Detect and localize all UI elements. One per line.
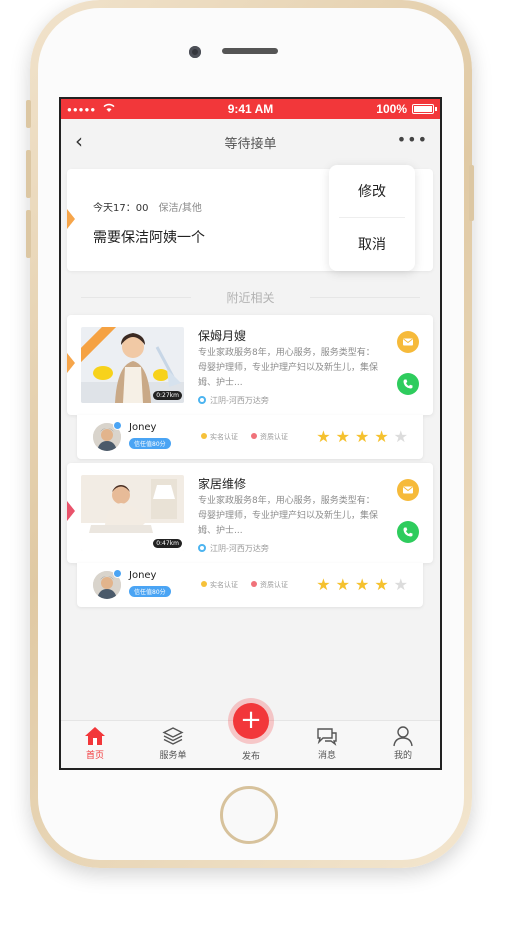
tab-home[interactable]: 首页 [65, 725, 125, 761]
verified-badge-icon [113, 569, 122, 578]
verified-badge-icon [113, 421, 122, 430]
tab-bar: 首页 服务单 + 发布 消息 我的 [61, 703, 440, 768]
star-icon: ★ [335, 427, 355, 446]
star-empty-icon: ★ [393, 427, 413, 446]
message-button[interactable] [397, 331, 419, 353]
request-title: 需要保洁阿姨一个 [93, 230, 205, 246]
distance-badge: 0:47km [153, 539, 182, 548]
tab-home-label: 首页 [85, 751, 104, 761]
mute-switch [26, 100, 31, 128]
tab-orders-label: 服务单 [159, 751, 187, 761]
call-button[interactable] [397, 521, 419, 543]
home-button[interactable] [220, 786, 278, 844]
service-photo: 0:27km [81, 327, 184, 403]
rating-stars: ★★★★★ [316, 575, 413, 594]
star-icon: ★ [316, 575, 336, 594]
publish-button[interactable]: + [233, 703, 269, 739]
message-button[interactable] [397, 479, 419, 501]
cancel-menu-item[interactable]: 取消 [329, 234, 415, 254]
service-location: 江阴-河西万达旁 [198, 395, 269, 406]
card-accent-arrow [67, 209, 75, 229]
agent-card[interactable]: Joney 信任值80分 实名认证 资质认证 ★★★★★ [77, 563, 423, 607]
phone-icon [403, 527, 413, 537]
real-name-cert: 实名认证 [201, 580, 238, 590]
trust-score-badge: 信任值80分 [129, 586, 171, 597]
service-description: 专业家政服务8年，用心服务，服务类型有：母婴护理师，专业护理产妇以及新生儿，集保… [198, 348, 379, 388]
mail-icon [403, 338, 413, 346]
tab-mine[interactable]: 我的 [373, 725, 433, 761]
front-camera [189, 46, 201, 58]
service-card[interactable]: 0:47km 家居维修 专业家政服务8年，用心服务，服务类型有：母婴护理师，专业… [67, 463, 433, 563]
star-icon: ★ [374, 575, 394, 594]
navigation-bar: ‹ 等待接单 ••• [61, 119, 440, 163]
request-meta: 今天17：00 保洁/其他 [93, 199, 202, 214]
tab-messages-label: 消息 [317, 751, 336, 761]
app-screen: ●●●●● 9:41 AM 100% ‹ 等待接单 ••• 今天17：00 保洁/… [59, 97, 442, 770]
cert-icon [201, 581, 207, 587]
action-popup-menu: 修改 取消 [329, 165, 415, 271]
cert-qual-label: 资质认证 [260, 581, 288, 589]
agent-name: Joney [129, 422, 157, 433]
distance-badge: 0:27km [153, 391, 182, 400]
cert-real-label: 实名认证 [210, 581, 238, 589]
trust-score-badge: 信任值80分 [129, 438, 171, 449]
location-icon [198, 544, 206, 552]
service-location: 江阴-河西万达旁 [198, 543, 269, 554]
request-category: 保洁/其他 [158, 203, 202, 214]
tab-orders[interactable]: 服务单 [143, 725, 203, 761]
battery-percentage: 100% [376, 102, 407, 116]
rating-stars: ★★★★★ [316, 427, 413, 446]
card-accent-arrow [67, 353, 75, 373]
layers-icon [162, 727, 184, 745]
service-card[interactable]: 0:27km 保姆月嫂 专业家政服务8年，用心服务，服务类型有：母婴护理师，专业… [67, 315, 433, 415]
mail-icon [403, 486, 413, 494]
star-icon: ★ [354, 575, 375, 594]
more-icon[interactable]: ••• [397, 130, 428, 149]
tab-messages[interactable]: 消息 [297, 725, 357, 761]
star-empty-icon: ★ [393, 575, 413, 594]
earpiece-speaker [222, 48, 278, 54]
agent-card[interactable]: Joney 信任值80分 实名认证 资质认证 ★★★★★ [77, 415, 423, 459]
cert-qual-label: 资质认证 [260, 433, 288, 441]
location-text: 江阴-河西万达旁 [210, 544, 269, 553]
home-icon [85, 727, 105, 745]
service-photo: 0:47km [81, 475, 184, 551]
location-icon [198, 396, 206, 404]
tab-publish-label: 发布 [241, 752, 260, 762]
battery-icon [412, 104, 437, 114]
service-title: 保姆月嫂 [198, 329, 247, 343]
page-title: 等待接单 [224, 137, 277, 152]
cert-icon [251, 581, 257, 587]
star-icon: ★ [335, 575, 355, 594]
chat-icon [317, 728, 337, 746]
menu-divider [339, 217, 405, 218]
star-icon: ★ [316, 427, 336, 446]
call-button[interactable] [397, 373, 419, 395]
edit-menu-item[interactable]: 修改 [329, 181, 415, 201]
section-divider-right [310, 297, 420, 298]
real-name-cert: 实名认证 [201, 432, 238, 442]
service-title: 家居维修 [198, 477, 247, 491]
star-icon: ★ [374, 427, 394, 446]
tab-mine-label: 我的 [393, 751, 412, 761]
service-description: 专业家政服务8年，用心服务，服务类型有：母婴护理师，专业护理产妇以及新生儿，集保… [198, 496, 379, 536]
location-text: 江阴-河西万达旁 [210, 396, 269, 405]
cert-icon [251, 433, 257, 439]
user-icon [393, 726, 413, 747]
cert-icon [201, 433, 207, 439]
qualification-cert: 资质认证 [251, 432, 288, 442]
status-bar: ●●●●● 9:41 AM 100% [61, 99, 440, 119]
qualification-cert: 资质认证 [251, 580, 288, 590]
agent-name: Joney [129, 570, 157, 581]
plus-icon: + [240, 705, 262, 735]
star-icon: ★ [354, 427, 375, 446]
phone-icon [403, 379, 413, 389]
card-accent-arrow [67, 501, 75, 521]
volume-up-button [26, 150, 31, 198]
request-time: 今天17：00 [93, 203, 149, 214]
cert-real-label: 实名认证 [210, 433, 238, 441]
volume-down-button [26, 210, 31, 258]
power-button [469, 165, 474, 221]
